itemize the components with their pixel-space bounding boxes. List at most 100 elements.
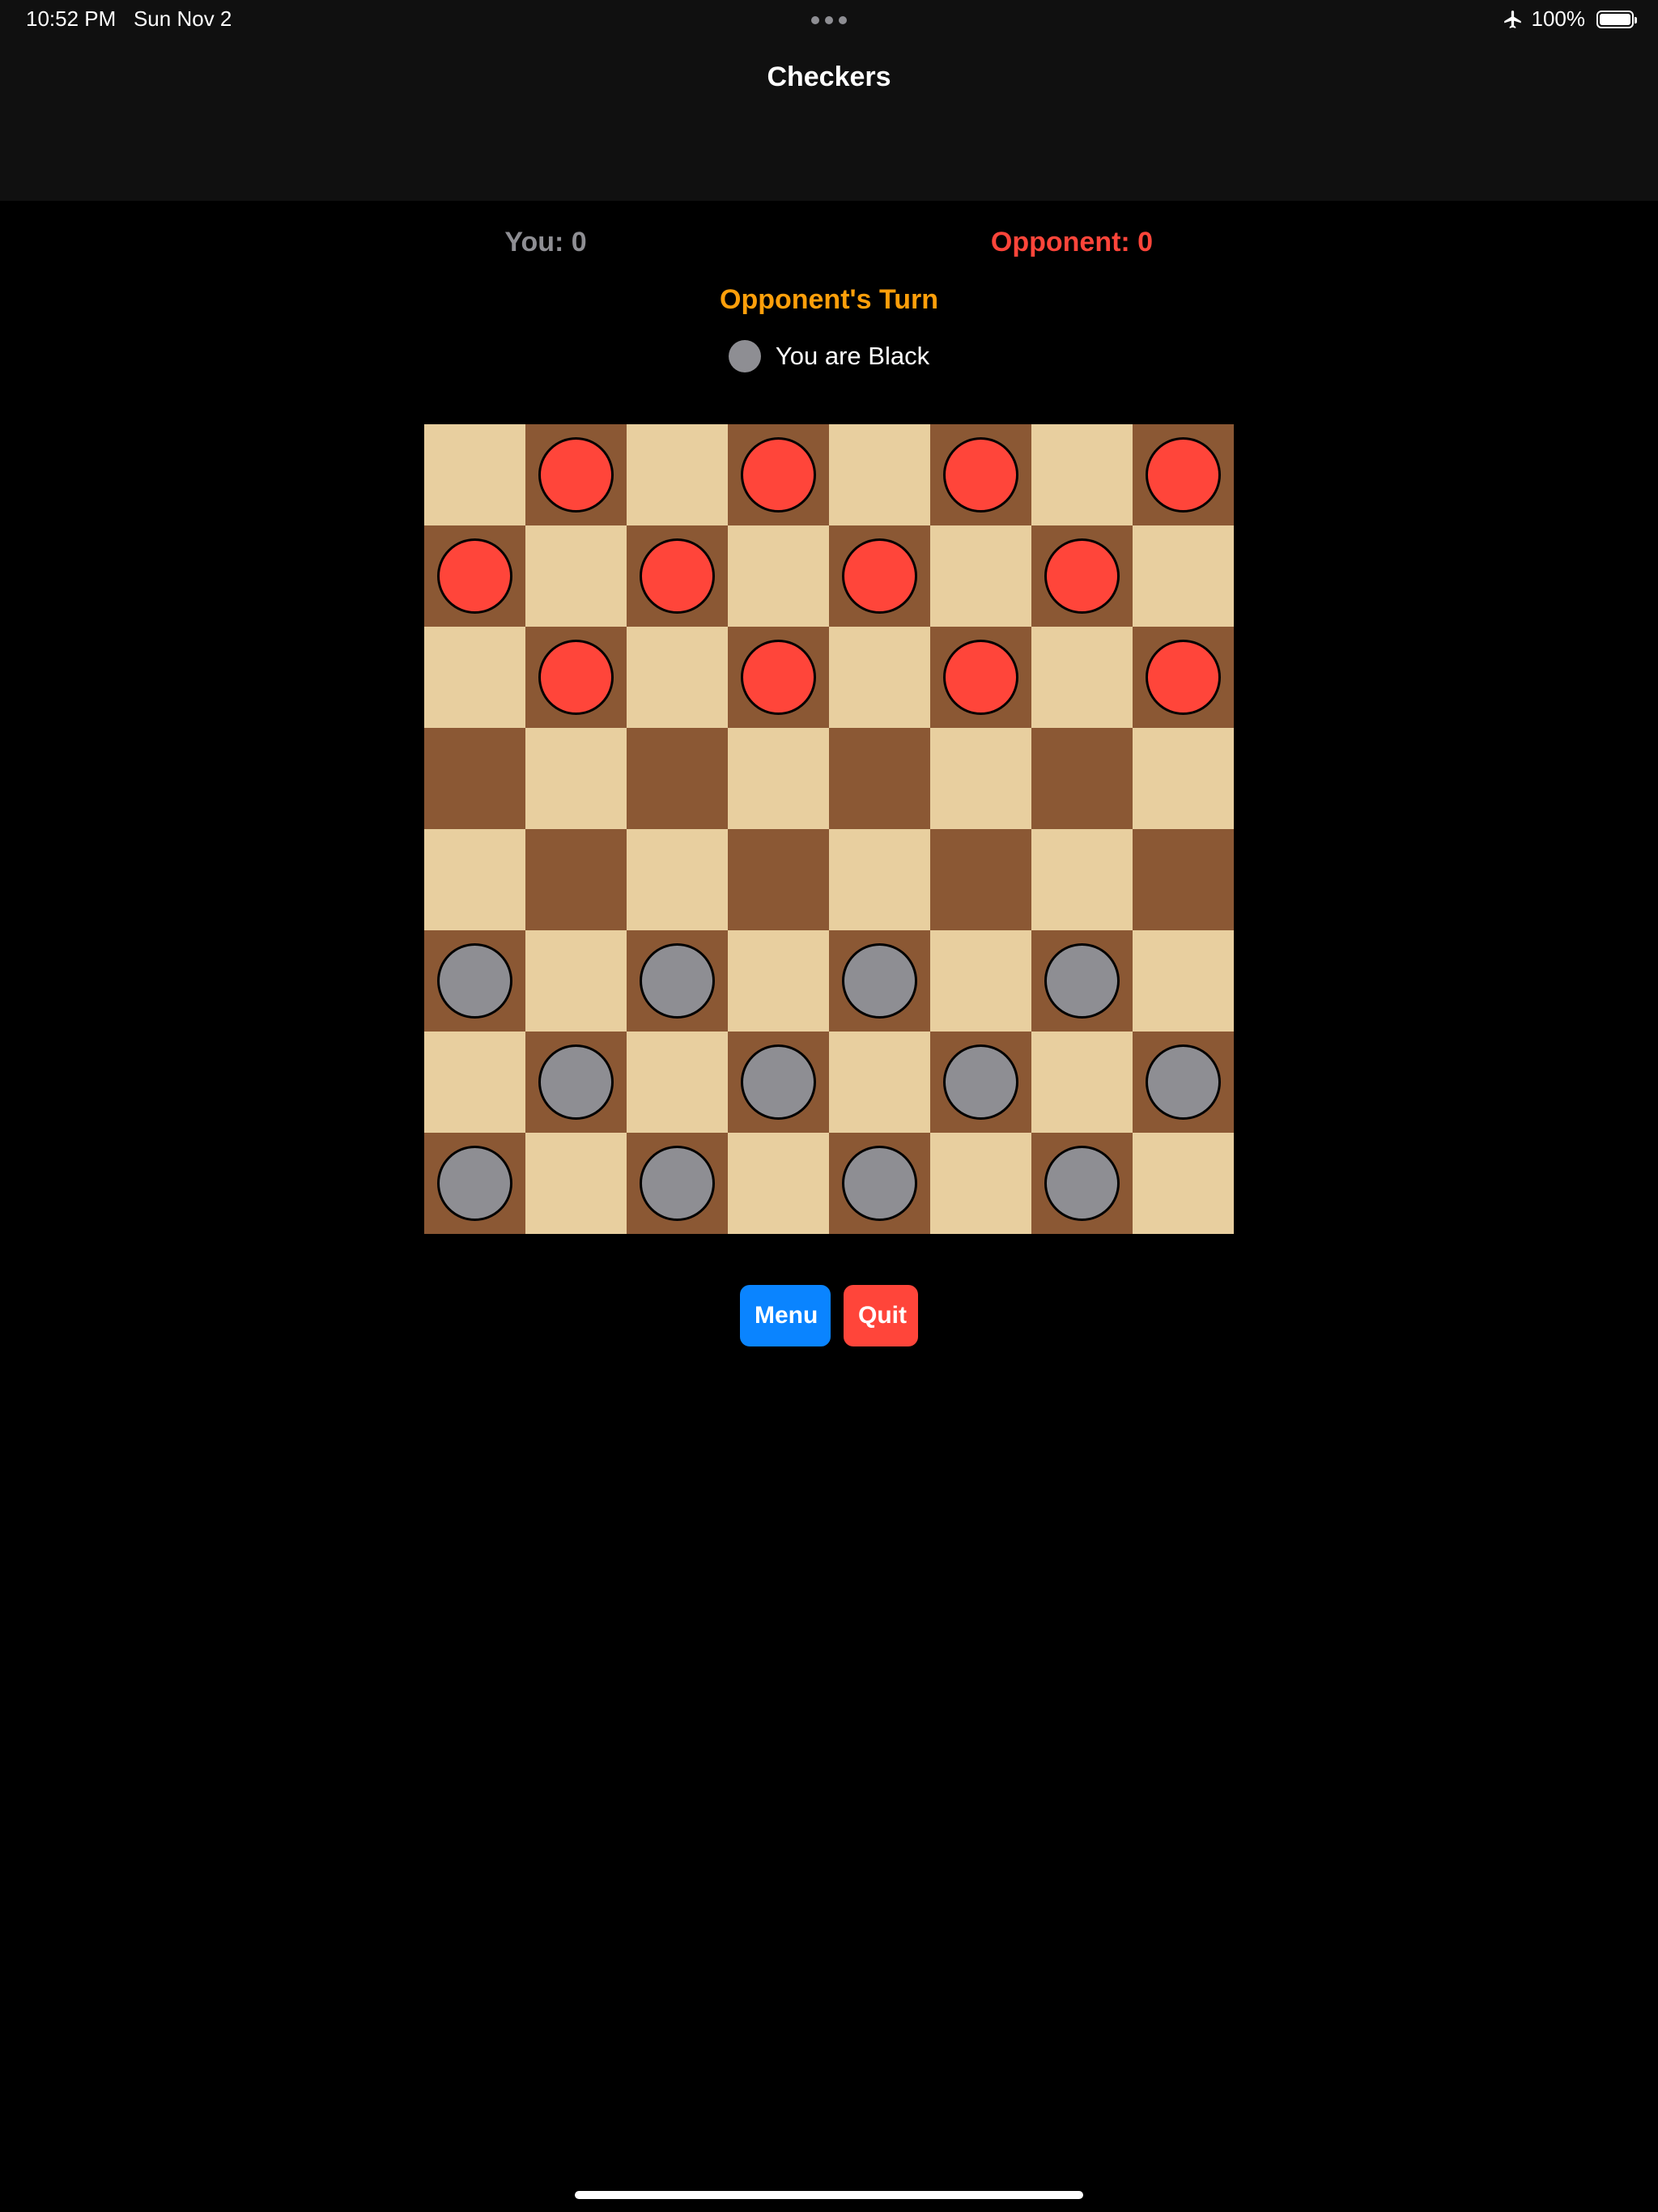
black-piece[interactable] (640, 943, 715, 1019)
board-square-r8-c6[interactable] (930, 1133, 1031, 1234)
black-piece[interactable] (1146, 1044, 1221, 1120)
board-square-r8-c2[interactable] (525, 1133, 627, 1234)
multitasking-dots-icon[interactable] (811, 16, 847, 24)
black-piece[interactable] (842, 943, 917, 1019)
red-piece[interactable] (842, 538, 917, 614)
board-square-r5-c6[interactable] (930, 829, 1031, 930)
opponent-score: Opponent: 0 (990, 227, 1154, 257)
black-piece[interactable] (437, 943, 512, 1019)
board-square-r6-c2[interactable] (525, 930, 627, 1032)
status-date: Sun Nov 2 (133, 6, 232, 31)
checkers-board (424, 424, 1234, 1234)
board-square-r3-c8[interactable] (1133, 627, 1234, 728)
red-piece[interactable] (538, 437, 614, 513)
black-piece[interactable] (943, 1044, 1018, 1120)
board-square-r1-c2[interactable] (525, 424, 627, 525)
board-square-r8-c1[interactable] (424, 1133, 525, 1234)
battery-percentage: 100% (1531, 6, 1586, 31)
board-square-r7-c5[interactable] (829, 1032, 930, 1133)
board-square-r2-c1[interactable] (424, 525, 525, 627)
board-square-r2-c8[interactable] (1133, 525, 1234, 627)
board-square-r7-c3[interactable] (627, 1032, 728, 1133)
board-square-r3-c4[interactable] (728, 627, 829, 728)
red-piece[interactable] (943, 437, 1018, 513)
board-square-r1-c3[interactable] (627, 424, 728, 525)
red-piece[interactable] (538, 640, 614, 715)
board-square-r2-c3[interactable] (627, 525, 728, 627)
board-square-r2-c6[interactable] (930, 525, 1031, 627)
board-square-r4-c2[interactable] (525, 728, 627, 829)
board-square-r1-c8[interactable] (1133, 424, 1234, 525)
board-square-r4-c6[interactable] (930, 728, 1031, 829)
board-square-r2-c4[interactable] (728, 525, 829, 627)
board-square-r1-c5[interactable] (829, 424, 930, 525)
red-piece[interactable] (943, 640, 1018, 715)
board-square-r8-c5[interactable] (829, 1133, 930, 1234)
red-piece[interactable] (1146, 640, 1221, 715)
red-piece[interactable] (1044, 538, 1120, 614)
board-square-r4-c4[interactable] (728, 728, 829, 829)
board-square-r4-c1[interactable] (424, 728, 525, 829)
airplane-icon (1503, 10, 1521, 28)
board-square-r3-c3[interactable] (627, 627, 728, 728)
board-square-r7-c6[interactable] (930, 1032, 1031, 1133)
red-piece[interactable] (1146, 437, 1221, 513)
board-square-r3-c2[interactable] (525, 627, 627, 728)
board-square-r7-c4[interactable] (728, 1032, 829, 1133)
board-square-r2-c7[interactable] (1031, 525, 1133, 627)
board-square-r6-c7[interactable] (1031, 930, 1133, 1032)
quit-button[interactable]: Quit (844, 1285, 918, 1346)
board-square-r6-c8[interactable] (1133, 930, 1234, 1032)
board-square-r1-c1[interactable] (424, 424, 525, 525)
home-indicator[interactable] (575, 2191, 1083, 2199)
black-piece[interactable] (1044, 1146, 1120, 1221)
menu-button[interactable]: Menu (740, 1285, 831, 1346)
board-square-r5-c3[interactable] (627, 829, 728, 930)
black-piece[interactable] (1044, 943, 1120, 1019)
black-piece[interactable] (437, 1146, 512, 1221)
red-piece[interactable] (437, 538, 512, 614)
board-square-r3-c6[interactable] (930, 627, 1031, 728)
board-square-r1-c4[interactable] (728, 424, 829, 525)
board-square-r5-c5[interactable] (829, 829, 930, 930)
board-square-r5-c2[interactable] (525, 829, 627, 930)
red-piece[interactable] (741, 640, 816, 715)
board-square-r5-c4[interactable] (728, 829, 829, 930)
board-square-r1-c6[interactable] (930, 424, 1031, 525)
red-piece[interactable] (741, 437, 816, 513)
red-piece[interactable] (640, 538, 715, 614)
board-square-r4-c7[interactable] (1031, 728, 1133, 829)
board-square-r8-c7[interactable] (1031, 1133, 1133, 1234)
board-square-r2-c2[interactable] (525, 525, 627, 627)
board-square-r5-c1[interactable] (424, 829, 525, 930)
board-square-r7-c7[interactable] (1031, 1032, 1133, 1133)
board-square-r8-c4[interactable] (728, 1133, 829, 1234)
board-square-r6-c5[interactable] (829, 930, 930, 1032)
board-square-r8-c8[interactable] (1133, 1133, 1234, 1234)
black-piece[interactable] (538, 1044, 614, 1120)
board-square-r6-c4[interactable] (728, 930, 829, 1032)
board-square-r7-c2[interactable] (525, 1032, 627, 1133)
board-square-r4-c3[interactable] (627, 728, 728, 829)
board-square-r5-c7[interactable] (1031, 829, 1133, 930)
board-square-r2-c5[interactable] (829, 525, 930, 627)
checkers-app: 10:52 PM Sun Nov 2 100% Checkers You: 0 … (0, 0, 1658, 2212)
board-square-r7-c8[interactable] (1133, 1032, 1234, 1133)
board-square-r8-c3[interactable] (627, 1133, 728, 1234)
board-square-r3-c5[interactable] (829, 627, 930, 728)
board-square-r6-c1[interactable] (424, 930, 525, 1032)
board-square-r3-c1[interactable] (424, 627, 525, 728)
page-title: Checkers (767, 62, 891, 92)
board-square-r6-c6[interactable] (930, 930, 1031, 1032)
status-bar-time: 10:52 PM Sun Nov 2 (26, 6, 232, 32)
board-square-r7-c1[interactable] (424, 1032, 525, 1133)
black-piece[interactable] (842, 1146, 917, 1221)
board-square-r1-c7[interactable] (1031, 424, 1133, 525)
board-square-r6-c3[interactable] (627, 930, 728, 1032)
board-square-r4-c8[interactable] (1133, 728, 1234, 829)
board-square-r4-c5[interactable] (829, 728, 930, 829)
board-square-r5-c8[interactable] (1133, 829, 1234, 930)
board-square-r3-c7[interactable] (1031, 627, 1133, 728)
black-piece[interactable] (640, 1146, 715, 1221)
black-piece[interactable] (741, 1044, 816, 1120)
